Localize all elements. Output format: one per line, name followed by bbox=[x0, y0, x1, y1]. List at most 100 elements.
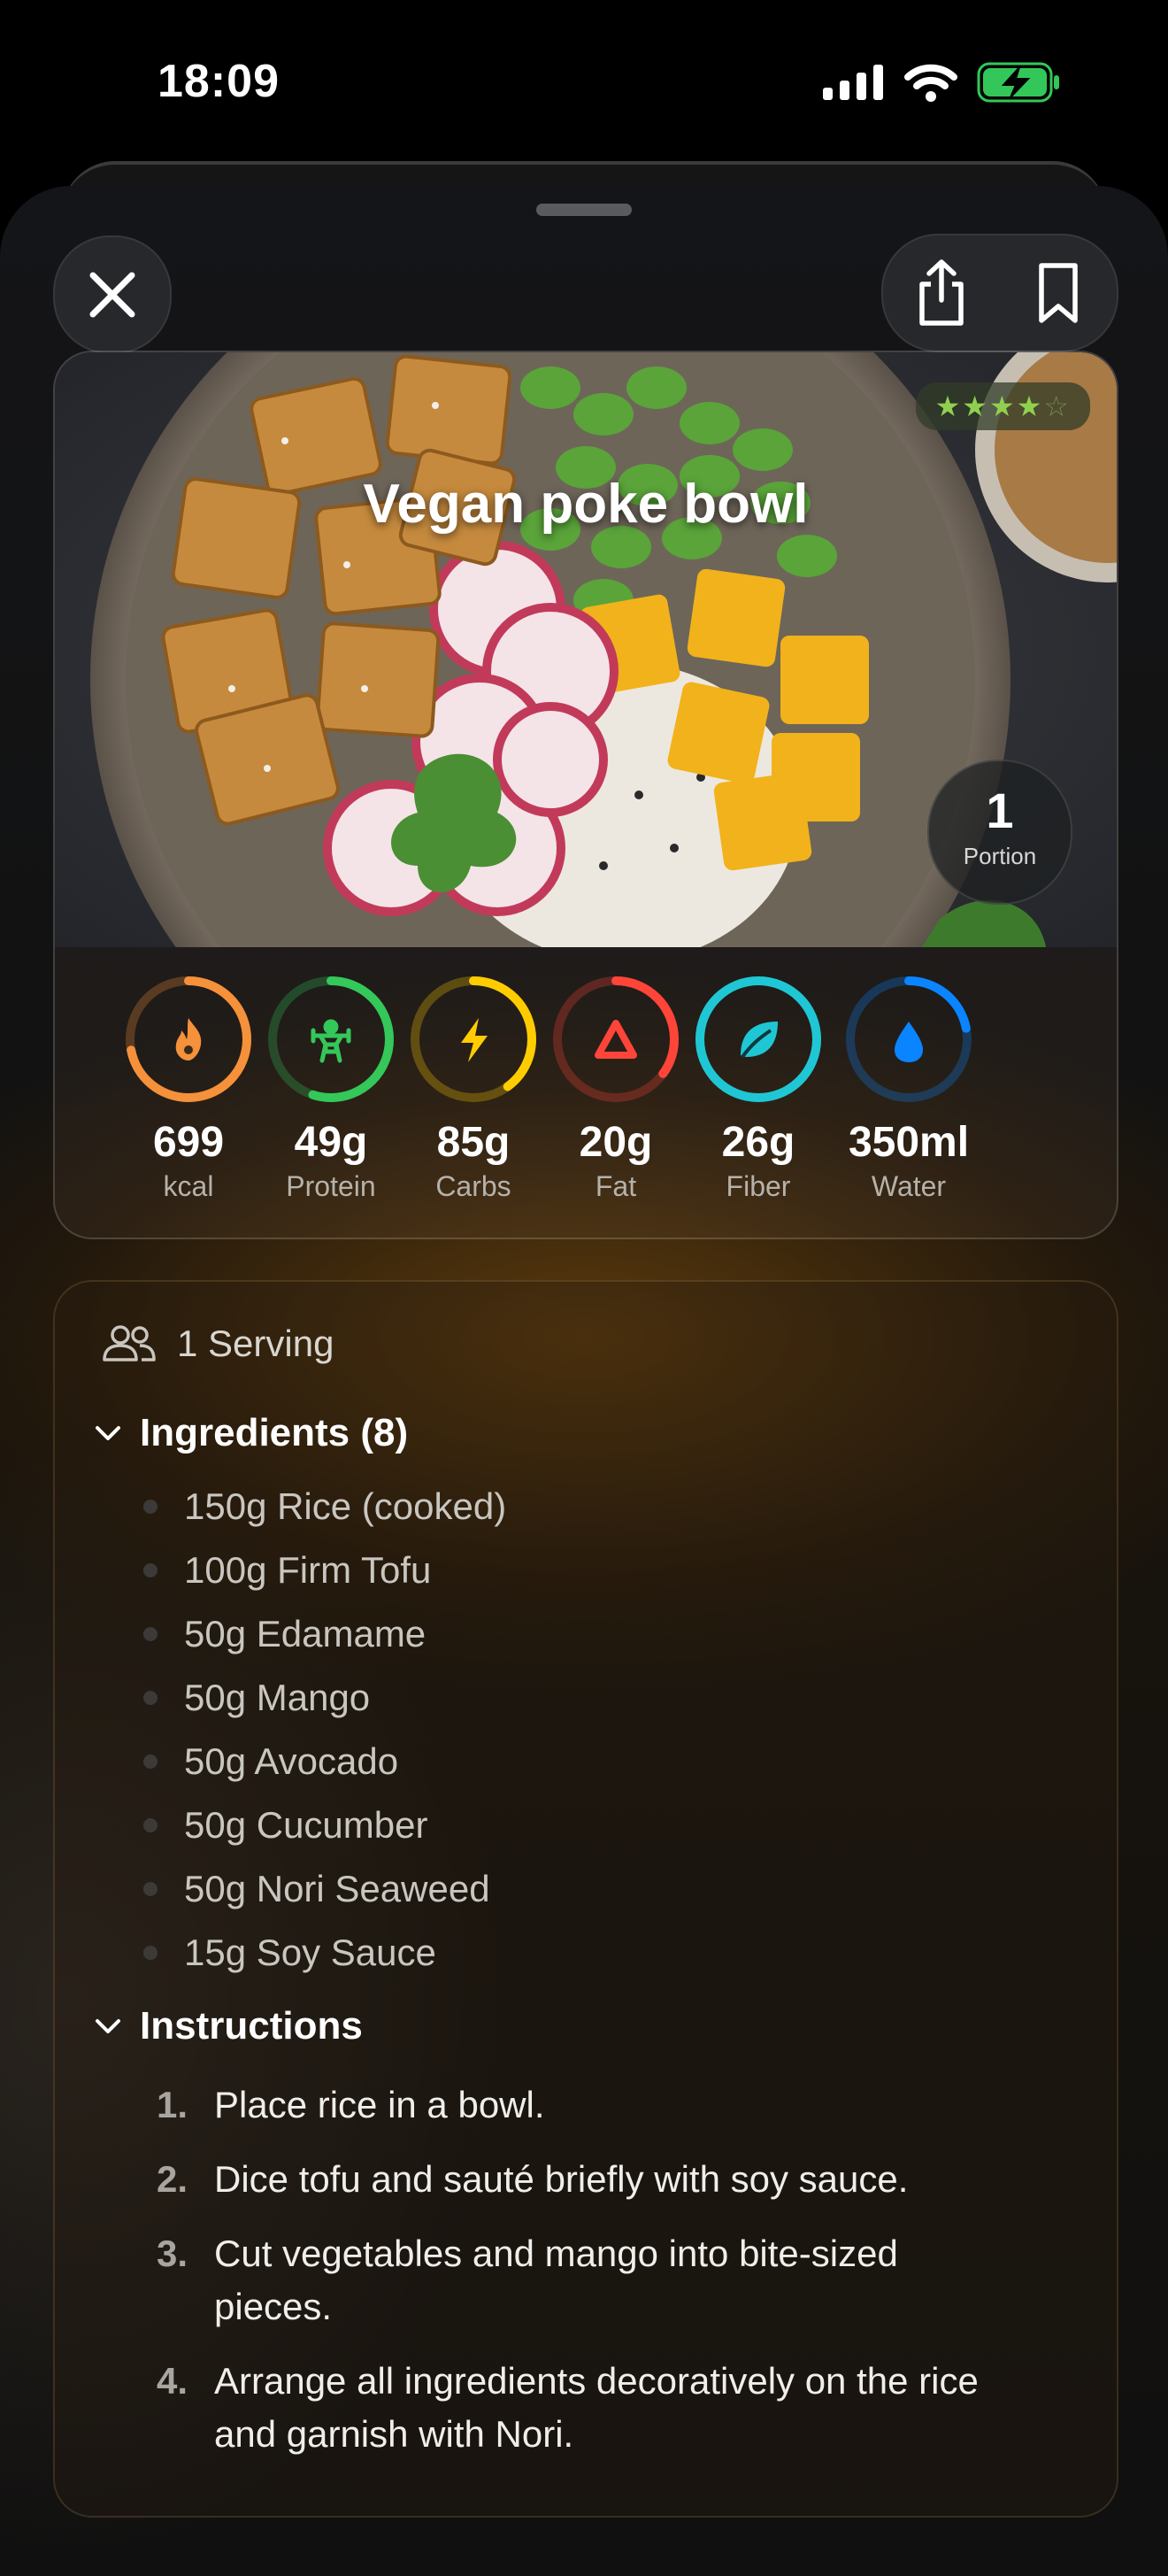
wifi-icon bbox=[904, 64, 957, 102]
nutrient-ring bbox=[268, 976, 394, 1102]
bookmark-icon bbox=[1039, 263, 1078, 323]
chevron-down-icon bbox=[96, 2019, 120, 2033]
nutrient-value: 20g bbox=[579, 1119, 653, 1166]
portion-count: 1 bbox=[986, 783, 1014, 838]
status-bar: 18:09 bbox=[0, 0, 1168, 168]
chevron-down-icon bbox=[96, 1426, 120, 1440]
ingredient-text: 100g Firm Tofu bbox=[184, 1549, 432, 1591]
bullet-icon bbox=[143, 1755, 158, 1769]
nutrient-value: 26g bbox=[721, 1119, 795, 1166]
nutrient-ring bbox=[695, 976, 821, 1102]
instruction-step: 4. Arrange all ingredients decoratively … bbox=[134, 2355, 1072, 2461]
step-number: 1. bbox=[156, 2084, 188, 2125]
nutrient-label: kcal bbox=[163, 1170, 214, 1202]
recipe-photo: Vegan poke bowl ★★★★☆ 1 Portion bbox=[55, 352, 1117, 947]
nutrient-protein: 49g Protein bbox=[256, 972, 406, 1203]
nutrient-label: Carbs bbox=[435, 1170, 511, 1202]
servings-row[interactable]: 1 Serving bbox=[101, 1323, 334, 1365]
ingredient-text: 50g Nori Seaweed bbox=[184, 1868, 490, 1909]
flame-icon bbox=[175, 1018, 202, 1060]
bookmark-button[interactable] bbox=[1000, 235, 1117, 351]
instruction-step: 1. Place rice in a bowl. bbox=[134, 2079, 1072, 2132]
list-item: 50g Edamame bbox=[143, 1602, 506, 1666]
triangle-icon bbox=[595, 1020, 637, 1059]
recipe-details-card: 1 Serving Ingredients (8) 150g Rice (coo… bbox=[53, 1280, 1118, 2518]
nutrient-label: Water bbox=[871, 1170, 947, 1202]
list-item: 100g Firm Tofu bbox=[143, 1539, 506, 1602]
bolt-icon bbox=[461, 1018, 488, 1062]
nutrient-carbs: 85g Carbs bbox=[398, 972, 549, 1203]
nutrient-water: 350ml Water bbox=[834, 972, 984, 1203]
nutrient-fat: 20g Fat bbox=[541, 972, 691, 1203]
instructions-title: Instructions bbox=[140, 2004, 363, 2048]
ingredient-text: 150g Rice (cooked) bbox=[184, 1485, 507, 1527]
header-actions bbox=[881, 234, 1118, 352]
portion-badge[interactable]: 1 Portion bbox=[927, 760, 1072, 905]
bullet-icon bbox=[143, 1627, 158, 1641]
battery-charging-icon bbox=[977, 62, 1059, 103]
instruction-step: 2. Dice tofu and sauté briefly with soy … bbox=[134, 2153, 1072, 2206]
ingredient-text: 50g Mango bbox=[184, 1677, 371, 1718]
step-number: 2. bbox=[156, 2158, 188, 2200]
star-filled-icon: ★ bbox=[1016, 390, 1044, 422]
step-text: Dice tofu and sauté briefly with soy sau… bbox=[214, 2158, 909, 2200]
list-item: 50g Nori Seaweed bbox=[143, 1857, 506, 1921]
step-number: 3. bbox=[156, 2233, 188, 2274]
close-icon bbox=[89, 272, 135, 318]
bullet-icon bbox=[143, 1500, 158, 1514]
rating-badge: ★★★★☆ bbox=[915, 382, 1090, 430]
nutrient-value: 49g bbox=[294, 1119, 368, 1166]
recipe-title: Vegan poke bowl bbox=[363, 474, 809, 535]
step-text: Place rice in a bowl. bbox=[214, 2084, 545, 2125]
servings-label: 1 Serving bbox=[177, 1323, 334, 1364]
nutrient-label: Fiber bbox=[726, 1170, 791, 1202]
nutrient-kcal: 699 kcal bbox=[113, 972, 264, 1203]
nutrient-ring bbox=[126, 976, 251, 1102]
star-filled-icon: ★ bbox=[988, 390, 1017, 422]
recipe-hero-card: Vegan poke bowl ★★★★☆ 1 Portion 699 kcal… bbox=[53, 351, 1118, 1239]
ingredient-text: 50g Cucumber bbox=[184, 1804, 428, 1846]
instructions-toggle[interactable]: Instructions bbox=[92, 2004, 363, 2048]
instruction-step: 3. Cut vegetables and mango into bite-si… bbox=[134, 2227, 1072, 2333]
ingredient-text: 15g Soy Sauce bbox=[184, 1932, 436, 1973]
sheet-grabber[interactable] bbox=[536, 204, 632, 216]
nutrient-ring bbox=[553, 976, 679, 1102]
star-filled-icon: ★ bbox=[962, 390, 989, 422]
list-item: 50g Mango bbox=[143, 1666, 506, 1730]
list-item: 15g Soy Sauce bbox=[143, 1921, 506, 1985]
weightlifter-icon bbox=[311, 1019, 351, 1063]
step-number: 4. bbox=[156, 2360, 188, 2402]
recipe-sheet: Vegan poke bowl ★★★★☆ 1 Portion 699 kcal… bbox=[0, 186, 1168, 2576]
nutrient-summary: 699 kcal 49g Protein 85g Carbs 20g Fat 2… bbox=[55, 972, 1117, 1229]
leaf-icon bbox=[741, 1022, 778, 1059]
bullet-icon bbox=[143, 1691, 158, 1705]
list-item: 150g Rice (cooked) bbox=[143, 1475, 506, 1539]
ingredients-title: Ingredients (8) bbox=[140, 1411, 409, 1454]
star-empty-icon: ☆ bbox=[1043, 390, 1071, 422]
ingredients-list: 150g Rice (cooked) 100g Firm Tofu 50g Ed… bbox=[143, 1475, 506, 1985]
bullet-icon bbox=[143, 1946, 158, 1960]
share-icon bbox=[919, 259, 964, 326]
nutrient-fiber: 26g Fiber bbox=[683, 972, 834, 1203]
nutrient-value: 85g bbox=[436, 1119, 511, 1166]
bullet-icon bbox=[143, 1563, 158, 1577]
bullet-icon bbox=[143, 1882, 158, 1896]
share-button[interactable] bbox=[883, 235, 1000, 351]
star-filled-icon: ★ bbox=[934, 390, 963, 422]
close-button[interactable] bbox=[53, 235, 172, 354]
nutrient-value: 350ml bbox=[848, 1119, 970, 1166]
nutrient-label: Protein bbox=[286, 1170, 376, 1202]
nutrient-label: Fat bbox=[595, 1170, 637, 1202]
portion-label: Portion bbox=[963, 843, 1037, 869]
cellular-signal-icon bbox=[823, 65, 883, 100]
ingredient-text: 50g Avocado bbox=[184, 1740, 399, 1782]
drop-icon bbox=[895, 1022, 923, 1062]
nutrient-ring bbox=[411, 976, 536, 1102]
people-icon bbox=[103, 1325, 156, 1361]
list-item: 50g Cucumber bbox=[143, 1793, 506, 1857]
star-rating: ★★★★☆ bbox=[935, 390, 1071, 422]
ingredients-toggle[interactable]: Ingredients (8) bbox=[92, 1411, 408, 1455]
nutrient-ring bbox=[846, 976, 972, 1102]
status-time: 18:09 bbox=[158, 56, 280, 107]
status-icons bbox=[823, 62, 1062, 103]
